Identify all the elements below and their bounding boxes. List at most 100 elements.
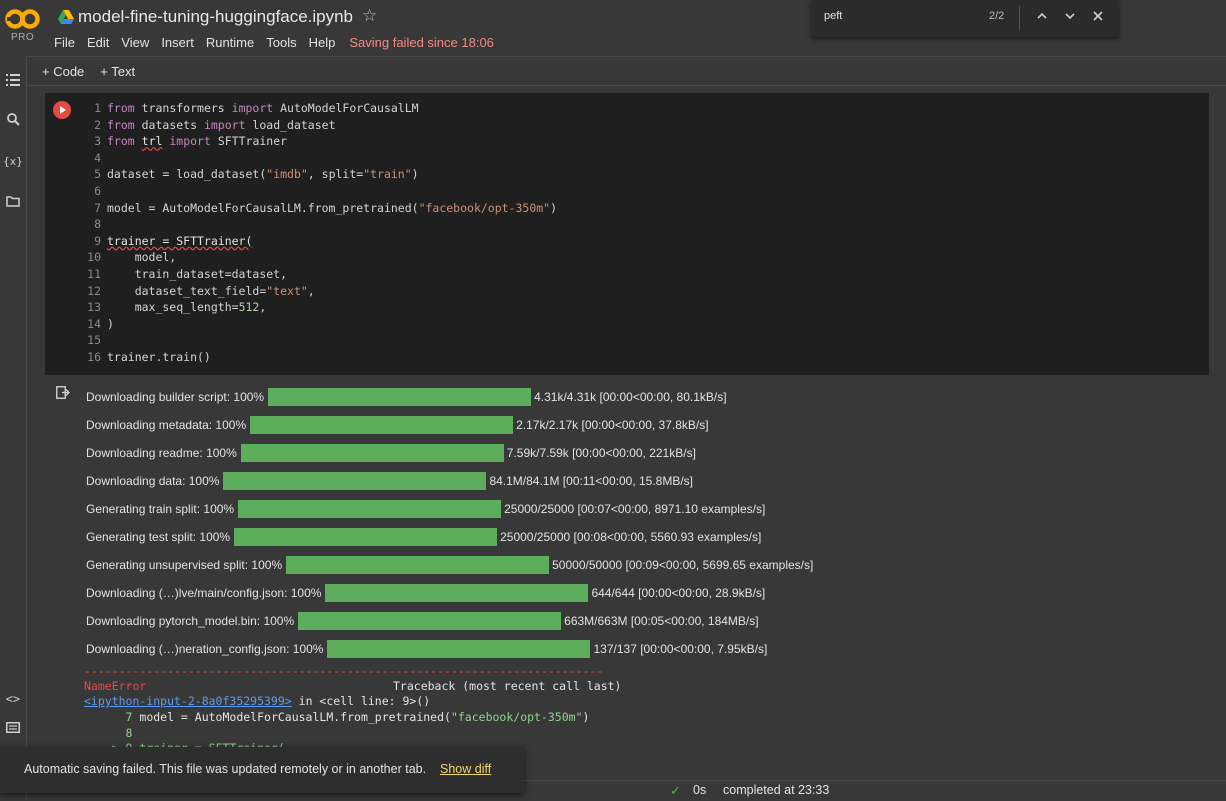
code-line[interactable]: 7 model = AutoModelForCausalLM.from_pretr… — [82, 200, 557, 217]
show-diff-link[interactable]: Show diff — [440, 762, 491, 776]
line-number: 14 — [87, 316, 101, 331]
code-token: , split= — [307, 167, 364, 182]
menu-edit[interactable]: Edit — [87, 35, 109, 50]
progress-row: Generating unsupervised split: 100% 50000… — [86, 556, 813, 574]
code-line[interactable]: 16 trainer.train() — [82, 349, 557, 366]
add-code-button[interactable]: + Code — [42, 64, 84, 79]
progress-bar — [327, 640, 591, 658]
error-name: NameError — [84, 679, 147, 693]
line-number: 6 — [94, 183, 101, 198]
line-number: 9 — [94, 233, 101, 248]
code-line[interactable]: 10 model, — [82, 249, 557, 266]
code-line[interactable]: 1 from transformers import AutoModelForCa… — [82, 100, 557, 117]
progress-label: Downloading pytorch_model.bin: 100% — [86, 614, 295, 628]
command-palette-icon[interactable] — [3, 719, 23, 739]
progress-row: Downloading (…)lve/main/config.json: 100… — [86, 584, 765, 602]
autosave-snackbar: Automatic saving failed. This file was u… — [0, 747, 524, 793]
menu-runtime[interactable]: Runtime — [206, 35, 254, 50]
code-editor[interactable]: 1 from transformers import AutoModelForCa… — [82, 100, 557, 366]
code-token: "train" — [363, 167, 412, 182]
code-line[interactable]: 8 — [82, 216, 557, 233]
code-token: import — [231, 101, 274, 115]
table-of-contents-icon[interactable] — [3, 72, 23, 92]
star-icon[interactable]: ☆ — [362, 6, 377, 26]
line-number: 2 — [94, 117, 101, 132]
code-snippets-icon[interactable]: <> — [3, 689, 23, 709]
traceback-header: NameError Traceback (most recent call las… — [84, 679, 621, 695]
progress-label: Downloading builder script: 100% — [86, 390, 265, 404]
menu-file[interactable]: File — [54, 35, 75, 50]
line-number: 4 — [94, 150, 101, 165]
code-line[interactable]: 2 from datasets import load_dataset — [82, 117, 557, 134]
code-token: datasets — [134, 117, 204, 132]
notebook-title[interactable]: model-fine-tuning-huggingface.ipynb — [78, 7, 353, 27]
code-line[interactable]: 3 from trl import SFTTrainer — [82, 133, 557, 150]
code-token: "text" — [266, 283, 308, 298]
variables-icon[interactable]: {x} — [3, 152, 23, 172]
progress-row: Downloading metadata: 100% 2.17k/2.17k [0… — [86, 416, 709, 434]
code-token: SFTTrainer — [210, 134, 288, 149]
menu-view[interactable]: View — [121, 35, 149, 50]
code-line[interactable]: 6 — [82, 183, 557, 200]
line-number: 10 — [87, 250, 101, 265]
files-folder-icon[interactable] — [3, 193, 23, 213]
line-number: 7 — [94, 200, 101, 215]
code-line[interactable]: 14) — [82, 316, 557, 333]
header: PRO model-fine-tuning-huggingface.ipynb … — [0, 0, 1226, 56]
traceback-line-8: 8 — [84, 726, 133, 740]
progress-bar — [234, 528, 498, 546]
menu-insert[interactable]: Insert — [161, 35, 194, 50]
close-icon[interactable] — [1088, 8, 1108, 28]
progress-stats: 84.1M/84.1M [00:11<00:00, 15.8MB/s] — [489, 474, 694, 488]
output-actions-icon[interactable] — [56, 386, 70, 400]
search-icon[interactable] — [3, 112, 23, 132]
code-line[interactable]: 13 max_seq_length=512, — [82, 299, 557, 316]
progress-stats: 25000/25000 [00:07<00:00, 8971.10 exampl… — [504, 502, 766, 516]
toolbar-divider — [26, 85, 1226, 86]
code-token: trainer.train() — [107, 349, 211, 364]
code-line[interactable]: 11 train_dataset=dataset, — [82, 266, 557, 283]
menu-tools[interactable]: Tools — [266, 35, 296, 50]
menu-help[interactable]: Help — [309, 35, 336, 50]
code-line[interactable]: 12 dataset_text_field="text", — [82, 283, 557, 300]
ipython-input-link[interactable]: <ipython-input-2-8a0f35295399> — [84, 694, 292, 708]
progress-row: Generating test split: 100% 25000/25000 [… — [86, 528, 761, 546]
code-token: trainer = SFTTrainer( — [107, 233, 253, 248]
save-status[interactable]: Saving failed since 18:06 — [349, 35, 494, 50]
code-line[interactable]: 4 — [82, 150, 557, 167]
code-token: ) — [107, 316, 114, 331]
find-divider — [1019, 6, 1020, 30]
line-number: 15 — [87, 333, 101, 348]
code-token: from — [107, 101, 135, 115]
code-line[interactable]: 9 trainer = SFTTrainer( — [82, 233, 557, 250]
code-line[interactable]: 5 dataset = load_dataset("imdb", split="t… — [82, 166, 557, 183]
progress-stats: 663M/663M [00:05<00:00, 184MB/s] — [564, 614, 759, 628]
cell-line-ref: in <cell line: 9>() — [291, 694, 431, 708]
completion-status[interactable]: completed at 23:33 — [723, 783, 829, 797]
code-token: from — [107, 134, 135, 149]
run-cell-button[interactable] — [53, 101, 71, 119]
progress-bar — [223, 472, 487, 490]
previous-match-icon[interactable] — [1032, 8, 1052, 28]
code-token: 512 — [238, 300, 260, 315]
code-token: AutoModelForCausalLM — [273, 101, 419, 115]
add-text-button[interactable]: + Text — [100, 64, 135, 79]
code-line[interactable]: 15 — [82, 332, 557, 349]
progress-row: Downloading builder script: 100% 4.31k/4.… — [86, 388, 727, 406]
find-input[interactable]: peft — [824, 10, 842, 22]
progress-row: Downloading data: 100% 84.1M/84.1M [00:11… — [86, 472, 693, 490]
code-token: import — [203, 117, 246, 132]
progress-stats: 644/644 [00:00<00:00, 28.9kB/s] — [591, 586, 766, 600]
progress-bar — [298, 612, 562, 630]
progress-stats: 25000/25000 [00:08<00:00, 5560.93 exampl… — [500, 530, 762, 544]
code-token: , — [307, 283, 315, 298]
progress-stats: 50000/50000 [00:09<00:00, 5699.65 exampl… — [552, 558, 814, 572]
code-token: ) — [550, 200, 558, 215]
execution-time: 0s — [693, 783, 707, 797]
code-token: "facebook/opt-350m" — [418, 200, 551, 215]
code-token: train_dataset=dataset, — [107, 266, 288, 281]
code-token: dataset_text_field= — [107, 283, 267, 298]
progress-bar — [240, 444, 504, 462]
colab-logo[interactable]: PRO — [5, 8, 41, 48]
next-match-icon[interactable] — [1060, 8, 1080, 28]
